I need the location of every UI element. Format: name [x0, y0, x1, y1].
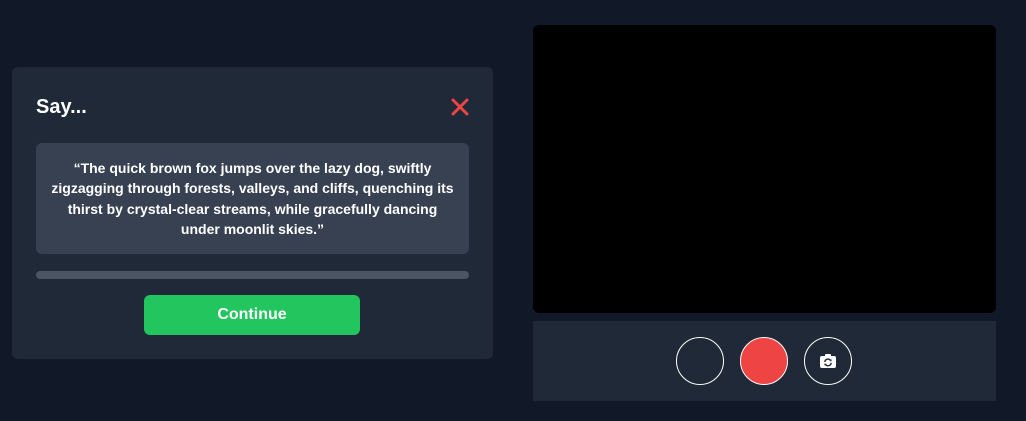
camera-control-bar: [533, 321, 996, 401]
blank-circle-button[interactable]: [676, 337, 724, 385]
record-button[interactable]: [740, 337, 788, 385]
camera-flip-icon: [820, 354, 836, 368]
progress-bar: [36, 271, 469, 279]
quote-box: “The quick brown fox jumps over the lazy…: [36, 143, 469, 254]
switch-camera-button[interactable]: [804, 337, 852, 385]
close-x-icon: [451, 98, 469, 116]
say-prompt-card: Say... “The quick brown fox jumps over t…: [12, 67, 493, 359]
continue-button[interactable]: Continue: [144, 295, 360, 335]
prompt-title: Say...: [36, 96, 87, 118]
close-button[interactable]: [448, 95, 472, 119]
camera-preview: [533, 25, 996, 313]
quote-text: “The quick brown fox jumps over the lazy…: [51, 159, 454, 238]
